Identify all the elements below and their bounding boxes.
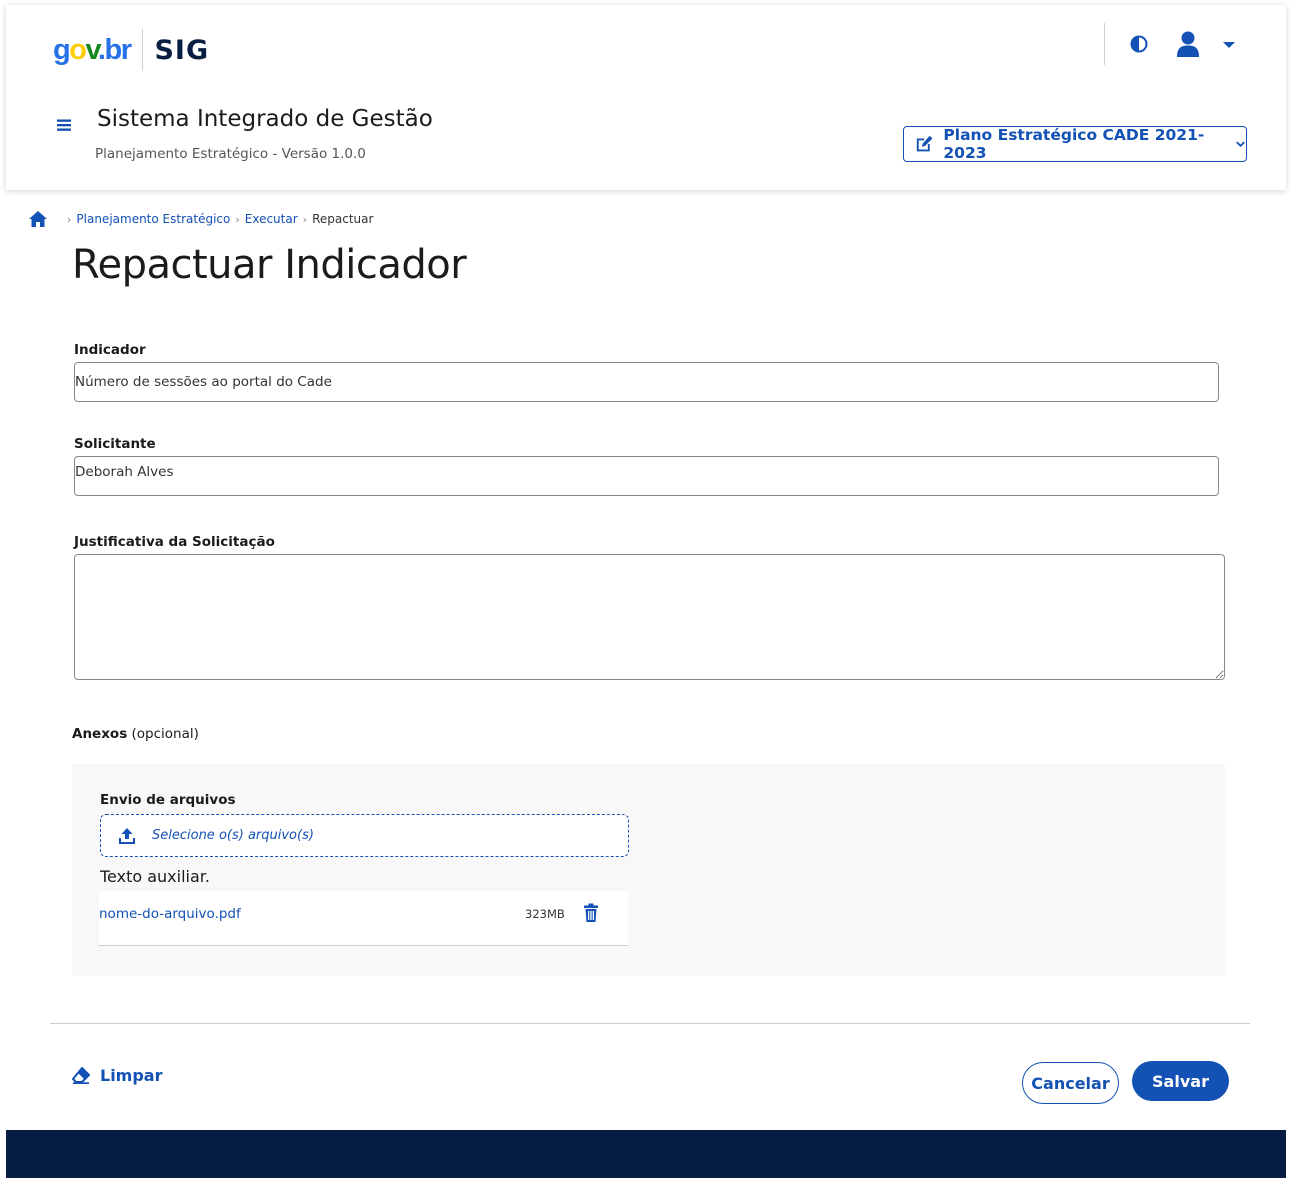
breadcrumb: › Planejamento Estratégico › Executar › … <box>28 210 373 228</box>
upload-panel: Envio de arquivos Selecione o(s) arquivo… <box>72 764 1225 976</box>
anexos-title: Anexos <box>72 726 128 742</box>
breadcrumb-link-planejamento[interactable]: Planejamento Estratégico <box>76 212 230 226</box>
indicador-label: Indicador <box>74 342 146 358</box>
justificativa-textarea[interactable] <box>74 554 1225 680</box>
header-divider <box>1104 23 1105 65</box>
file-size: 323MB <box>525 907 565 921</box>
upload-title: Envio de arquivos <box>100 792 236 808</box>
solicitante-label: Solicitante <box>74 436 156 452</box>
clear-button[interactable]: Limpar <box>72 1066 163 1085</box>
caret-down-icon[interactable] <box>1218 35 1240 55</box>
helper-text: Texto auxiliar. <box>100 867 210 886</box>
breadcrumb-link-executar[interactable]: Executar <box>245 212 298 226</box>
site-header: gov.br SIG Sistema Integrado de Gestão P… <box>6 5 1286 190</box>
breadcrumb-separator: › <box>302 212 308 226</box>
form-divider <box>50 1023 1250 1024</box>
clear-button-label: Limpar <box>100 1066 163 1085</box>
file-list-item: nome-do-arquivo.pdf 323MB <box>99 891 628 946</box>
user-icon[interactable] <box>1175 29 1201 59</box>
breadcrumb-current: Repactuar <box>312 212 374 226</box>
file-upload-label: Selecione o(s) arquivo(s) <box>152 828 314 843</box>
system-subtitle: Planejamento Estratégico - Versão 1.0.0 <box>95 146 366 162</box>
breadcrumb-separator: › <box>235 212 240 226</box>
menu-icon[interactable] <box>56 117 76 135</box>
system-title: Sistema Integrado de Gestão <box>97 106 433 132</box>
indicador-field[interactable] <box>74 362 1219 402</box>
anexos-optional: (opcional) <box>131 726 199 742</box>
anexos-label: Anexos (opcional) <box>72 726 199 742</box>
plan-selector-label: Plano Estratégico CADE 2021-2023 <box>943 126 1205 162</box>
solicitante-field[interactable] <box>74 456 1219 496</box>
cancel-button[interactable]: Cancelar <box>1022 1062 1119 1104</box>
chevron-down-icon <box>1236 141 1245 148</box>
logo-divider <box>142 29 144 71</box>
upload-icon <box>119 827 135 844</box>
justificativa-label: Justificativa da Solicitação <box>74 534 275 550</box>
govbr-logo: gov.br <box>53 33 132 66</box>
file-upload-button[interactable]: Selecione o(s) arquivo(s) <box>100 814 629 857</box>
page-title: Repactuar Indicador <box>72 242 467 288</box>
save-button[interactable]: Salvar <box>1132 1061 1229 1101</box>
plan-selector[interactable]: Plano Estratégico CADE 2021-2023 <box>903 126 1247 162</box>
site-footer <box>6 1130 1286 1178</box>
trash-icon[interactable] <box>583 903 599 923</box>
sig-logo: SIG <box>154 34 210 66</box>
file-name-link[interactable]: nome-do-arquivo.pdf <box>99 906 241 922</box>
logo[interactable]: gov.br SIG <box>53 29 209 71</box>
edit-icon <box>916 135 933 152</box>
home-icon[interactable] <box>28 210 48 228</box>
contrast-icon[interactable] <box>1128 33 1150 55</box>
breadcrumb-separator: › <box>67 212 72 226</box>
eraser-icon <box>72 1067 90 1084</box>
